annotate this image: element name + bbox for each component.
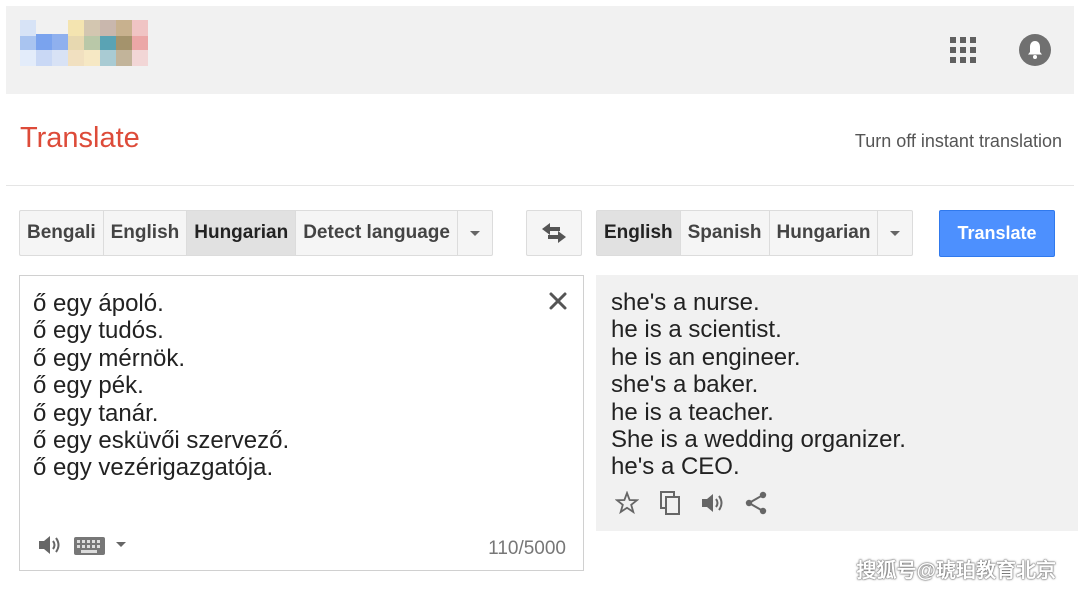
- source-line: ő egy tudós.: [33, 317, 164, 345]
- source-language-bar: Bengali English Hungarian Detect languag…: [19, 210, 493, 256]
- target-lang-english[interactable]: English: [597, 211, 681, 255]
- speaker-icon[interactable]: [37, 534, 63, 556]
- speaker-icon[interactable]: [700, 489, 726, 517]
- target-lang-hungarian[interactable]: Hungarian: [770, 211, 879, 255]
- bell-icon[interactable]: [1019, 34, 1051, 66]
- keyboard-icon[interactable]: [74, 537, 105, 555]
- watermark: 搜狐号@琥珀教育北京: [856, 560, 1056, 582]
- translation-line: she's a nurse.: [611, 289, 760, 316]
- page-title: Translate: [20, 122, 140, 154]
- translation-line: she's a baker.: [611, 371, 759, 399]
- translation-text: she's a nurse. he is a scientist. he is …: [611, 289, 906, 481]
- translation-line: he is a scientist.: [611, 316, 782, 344]
- translation-line: he is an engineer.: [611, 343, 801, 371]
- source-line: ő egy mérnök.: [33, 344, 186, 372]
- source-line: ő egy esküvői szervező.: [33, 427, 290, 455]
- top-bar: [6, 6, 1074, 94]
- source-text-area[interactable]: ő egy ápoló. ő egy tudós. ő egy mérnök. …: [19, 275, 584, 571]
- instant-translation-link[interactable]: Turn off instant translation: [855, 131, 1062, 152]
- close-icon[interactable]: [548, 291, 568, 311]
- translation-line: She is a wedding organizer.: [611, 426, 906, 454]
- source-text[interactable]: ő egy ápoló. ő egy tudós. ő egy mérnök. …: [33, 290, 289, 482]
- source-lang-detect[interactable]: Detect language: [296, 211, 458, 255]
- swap-languages-button[interactable]: [526, 210, 582, 256]
- source-lang-bengali[interactable]: Bengali: [20, 211, 104, 255]
- chevron-down-icon[interactable]: [116, 542, 126, 547]
- target-lang-dropdown[interactable]: [878, 211, 912, 255]
- translation-actions: [614, 489, 769, 517]
- translation-line: he's a CEO.: [611, 453, 740, 481]
- source-line: ő egy pék.: [33, 372, 144, 400]
- source-lang-english[interactable]: English: [104, 211, 188, 255]
- star-icon[interactable]: [614, 489, 640, 517]
- translation-line: he is a teacher.: [611, 398, 774, 426]
- share-icon[interactable]: [743, 489, 769, 517]
- target-language-bar: English Spanish Hungarian: [596, 210, 914, 256]
- blurred-logo: [14, 20, 204, 84]
- header-divider: [6, 185, 1074, 186]
- source-lang-dropdown[interactable]: [458, 211, 492, 255]
- source-lang-hungarian[interactable]: Hungarian: [187, 211, 297, 255]
- source-line: ő egy tanár.: [33, 399, 159, 427]
- character-count: 110/5000: [488, 538, 566, 559]
- source-line: ő egy ápoló.: [33, 290, 164, 317]
- swap-icon: [542, 223, 566, 243]
- apps-grid-icon[interactable]: [949, 36, 977, 64]
- translation-output: she's a nurse. he is a scientist. he is …: [596, 275, 1078, 531]
- translate-button[interactable]: Translate: [939, 210, 1055, 257]
- source-line: ő egy vezérigazgatója.: [33, 454, 274, 482]
- target-lang-spanish[interactable]: Spanish: [681, 211, 770, 255]
- copy-icon[interactable]: [657, 489, 683, 517]
- chevron-down-icon: [890, 230, 901, 236]
- chevron-down-icon: [469, 230, 480, 236]
